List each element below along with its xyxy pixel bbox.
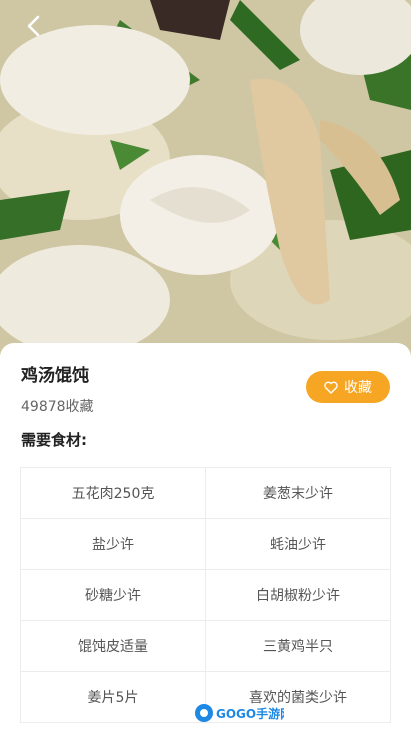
ingredient-cell: 砂糖少许	[21, 570, 206, 621]
ingredients-grid: 五花肉250克 姜葱末少许 盐少许 蚝油少许 砂糖少许 白胡椒粉少许 馄饨皮适量…	[20, 467, 391, 723]
favorite-button[interactable]: 收藏	[306, 371, 390, 403]
ingredient-cell: 白胡椒粉少许	[206, 570, 391, 621]
hero-food-image	[0, 0, 411, 360]
chevron-left-icon	[27, 15, 40, 37]
ingredient-cell: 姜葱末少许	[206, 468, 391, 519]
ingredient-cell: 姜片5片	[21, 672, 206, 723]
ingredient-cell: 盐少许	[21, 519, 206, 570]
recipe-title: 鸡汤馄饨	[21, 366, 89, 386]
favorites-count: 49878收藏	[21, 399, 94, 415]
ingredient-cell: 三黄鸡半只	[206, 621, 391, 672]
ingredients-title: 需要食材:	[21, 431, 87, 449]
recipe-card: 鸡汤馄饨 49878收藏 收藏 需要食材: 五花肉250克 姜葱末少许 盐少许 …	[0, 343, 411, 731]
watermark-logo: GOGO手游网	[194, 700, 292, 726]
heart-icon	[324, 381, 338, 394]
ingredient-cell: 馄饨皮适量	[21, 621, 206, 672]
ingredient-cell: 蚝油少许	[206, 519, 391, 570]
back-button[interactable]	[18, 10, 50, 42]
svg-text:GOGO手游网: GOGO手游网	[216, 706, 284, 721]
ingredient-cell: 五花肉250克	[21, 468, 206, 519]
favorite-label: 收藏	[344, 380, 372, 396]
